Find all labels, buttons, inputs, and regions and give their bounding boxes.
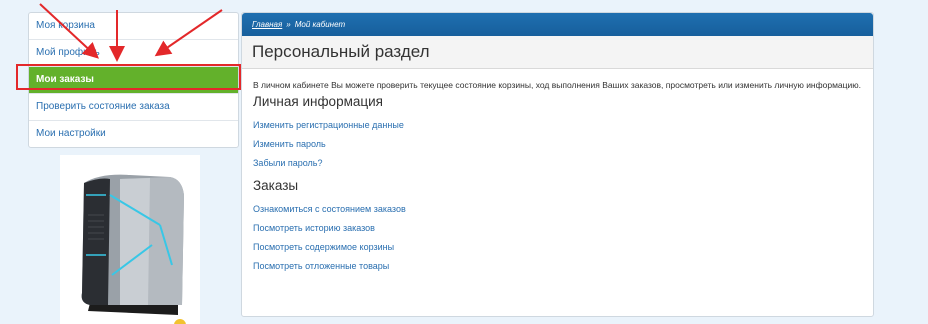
personal-info-heading: Личная информация [253, 94, 383, 109]
breadcrumb-current: Мой кабинет [294, 20, 346, 29]
orders-heading: Заказы [253, 178, 299, 193]
sidebar-item-settings[interactable]: Мои настройки [29, 121, 238, 147]
page-title: Персональный раздел [252, 42, 430, 61]
change-password-link[interactable]: Изменить пароль [253, 140, 862, 149]
product-image[interactable] [60, 155, 200, 324]
intro-text: В личном кабинете Вы можете проверить те… [253, 80, 862, 90]
breadcrumb: Главная » Мой кабинет [242, 13, 873, 36]
annotation-highlight-box [16, 64, 241, 90]
sidebar-item-cart[interactable]: Моя корзина [29, 13, 238, 40]
forgot-password-link[interactable]: Забыли пароль? [253, 159, 862, 168]
breadcrumb-separator: » [286, 20, 291, 29]
sidebar-item-check-order-status[interactable]: Проверить состояние заказа [29, 94, 238, 121]
main-panel: Главная » Мой кабинет Персональный разде… [241, 12, 874, 317]
order-status-link[interactable]: Ознакомиться с состоянием заказов [253, 205, 862, 214]
cart-contents-link[interactable]: Посмотреть содержимое корзины [253, 243, 862, 252]
deferred-items-link[interactable]: Посмотреть отложенные товары [253, 262, 862, 271]
page-title-bar: Персональный раздел [242, 36, 873, 69]
breadcrumb-home-link[interactable]: Главная [252, 20, 282, 29]
order-history-link[interactable]: Посмотреть историю заказов [253, 224, 862, 233]
content: В личном кабинете Вы можете проверить те… [242, 69, 873, 271]
sidebar-item-profile[interactable]: Мой профиль [29, 40, 238, 67]
edit-registration-link[interactable]: Изменить регистрационные данные [253, 121, 862, 130]
pc-tower-icon [81, 174, 186, 324]
